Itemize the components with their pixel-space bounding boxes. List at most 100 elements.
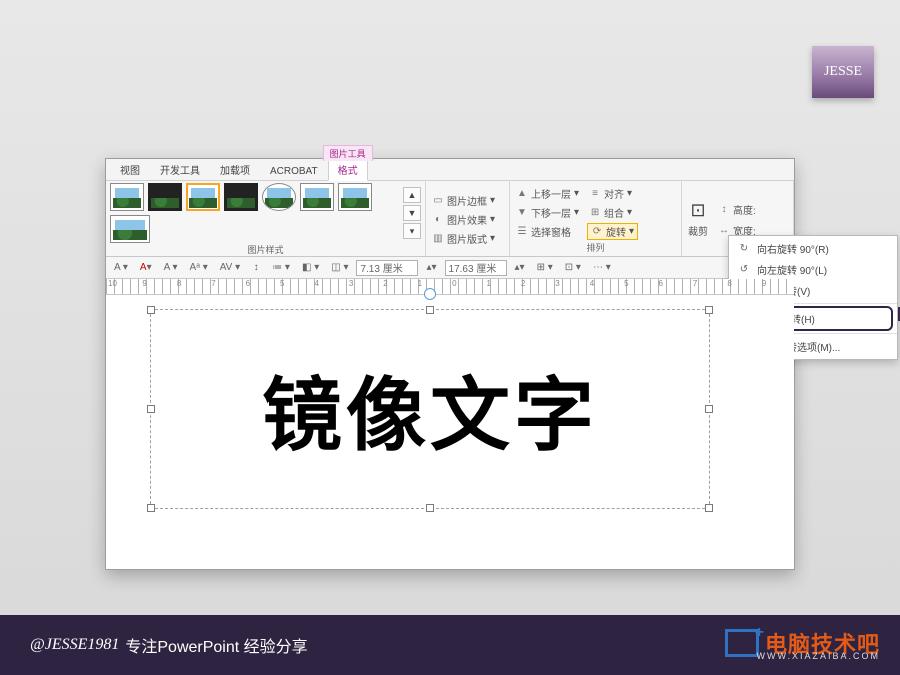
ruler-tick: 2	[519, 279, 553, 294]
selection-pane-label: 选择窗格	[531, 224, 571, 239]
ruler-tick: 3	[347, 279, 381, 294]
width-stepper[interactable]: ▴▾	[511, 260, 529, 276]
rotate-button[interactable]: ⟳ 旋转 ▾	[587, 223, 638, 240]
height-label: 高度:	[733, 202, 756, 217]
ruler-tick: 8	[175, 279, 209, 294]
bring-forward-icon: ▲	[516, 187, 528, 199]
selection-pane-button[interactable]: ☰ 选择窗格	[514, 223, 581, 240]
gallery-more-icon[interactable]: ▾	[403, 223, 421, 239]
gallery-down-icon[interactable]: ▼	[403, 205, 421, 221]
text-effects-btn[interactable]: A ▾	[160, 260, 182, 276]
gallery-up-icon[interactable]: ▲	[403, 187, 421, 203]
direction-btn[interactable]: ↕	[248, 260, 264, 276]
align-icon: ≡	[589, 187, 601, 199]
tab-view[interactable]: 视图	[110, 158, 150, 180]
gallery-scroll: ▲ ▼ ▾	[403, 187, 421, 239]
footer-bar: @JESSE1981 专注PowerPoint 经验分享 电脑技术吧 WWW.X…	[0, 615, 900, 675]
style-thumb-4[interactable]	[224, 183, 258, 211]
ruler-tick: 2	[381, 279, 415, 294]
send-backward-button[interactable]: ▼ 下移一层 ▾	[514, 204, 581, 221]
width-input[interactable]: 17.63 厘米	[445, 260, 507, 276]
width-value: 17.63 厘米	[449, 260, 497, 275]
ruler-tick: 5	[622, 279, 656, 294]
arrange-btn[interactable]: ⊞ ▾	[533, 260, 557, 276]
style-thumb-8[interactable]	[110, 215, 150, 243]
ruler-tick: 9	[760, 279, 794, 294]
effects-icon: ◐	[432, 214, 444, 226]
bullets-btn[interactable]: ≔ ▾	[268, 260, 294, 276]
style-thumb-3[interactable]	[186, 183, 220, 211]
ruler-tick: 4	[312, 279, 346, 294]
picture-layout-label: 图片版式	[447, 231, 487, 246]
picture-border-button[interactable]: ▭ 图片边框 ▾	[430, 192, 505, 209]
layout-icon: ▥	[432, 233, 444, 245]
spacing-btn[interactable]: AV ▾	[216, 260, 244, 276]
position-btn[interactable]: ⊡ ▾	[561, 260, 585, 276]
footer-logo-icon	[725, 629, 759, 657]
ruler-tick: 4	[588, 279, 622, 294]
align-button[interactable]: ≡ 对齐 ▾	[587, 185, 638, 202]
tab-developer[interactable]: 开发工具	[150, 158, 210, 180]
ruler-numbers: 109876543210123456789	[106, 279, 794, 294]
ribbon-tabbar: 视图 开发工具 加载项 ACROBAT 格式	[106, 159, 794, 181]
tab-addins[interactable]: 加载项	[210, 158, 260, 180]
ruler-tick: 6	[244, 279, 278, 294]
style-thumb-6[interactable]	[300, 183, 334, 211]
more-btn[interactable]: ⋯ ▾	[589, 260, 615, 276]
ruler-tick: 7	[691, 279, 725, 294]
shape-outline-btn[interactable]: ◫ ▾	[327, 260, 352, 276]
powerpoint-window: ✿ ⚙ ⦿ ☸ 视图 开发工具 加载项 ACROBAT 格式	[105, 158, 795, 570]
font-size-btn[interactable]: Aᵃ ▾	[186, 260, 212, 276]
group-label-arrange: 排列	[514, 241, 677, 256]
format-toolbar: A ▾ A ▾ A ▾ Aᵃ ▾ AV ▾ ↕ ≔ ▾ ◧ ▾ ◫ ▾ 7.13…	[106, 257, 794, 279]
crop-icon: ⊡	[690, 200, 705, 221]
rotate-right-icon: ↻	[737, 243, 751, 254]
footer-logo-sub: WWW.XIAZAIBA.COM	[757, 651, 881, 661]
style-thumb-5[interactable]	[262, 183, 296, 211]
selection-pane-icon: ☰	[516, 225, 528, 237]
crop-button[interactable]: 裁剪	[686, 222, 710, 239]
picture-effects-button[interactable]: ◐ 图片效果 ▾	[430, 211, 505, 228]
ruler-tick: 3	[553, 279, 587, 294]
ruler-tick: 5	[278, 279, 312, 294]
ruler-tick: 1	[484, 279, 518, 294]
group-objects-label: 组合	[604, 205, 624, 220]
style-thumb-2[interactable]	[148, 183, 182, 211]
style-thumb-7[interactable]	[338, 183, 372, 211]
style-gallery	[110, 183, 399, 243]
footer-logo: 电脑技术吧 WWW.XIAZAIBA.COM	[725, 627, 880, 659]
ruler-tick: 6	[657, 279, 691, 294]
ruler-tick: 7	[209, 279, 243, 294]
height-icon: ↕	[718, 203, 730, 215]
rotate-right-90[interactable]: ↻ 向右旋转 90°(R)	[729, 238, 897, 259]
font-color-btn[interactable]: A ▾	[110, 260, 132, 276]
bring-forward-button[interactable]: ▲ 上移一层 ▾	[514, 185, 581, 202]
send-backward-icon: ▼	[516, 206, 528, 218]
author-badge: JESSE	[812, 46, 874, 98]
shape-fill-btn[interactable]: ◧ ▾	[298, 260, 323, 276]
rotation-handle[interactable]	[424, 288, 436, 300]
footer-tagline: 专注PowerPoint 经验分享	[125, 633, 307, 657]
rotate-label: 旋转	[606, 224, 626, 239]
text-outline-btn[interactable]: A ▾	[136, 260, 156, 276]
ruler-tick: 10	[106, 279, 140, 294]
group-objects-button[interactable]: ⊞ 组合 ▾	[587, 204, 638, 221]
group-icon: ⊞	[589, 206, 601, 218]
group-label-styles: 图片样式	[110, 243, 421, 257]
style-thumb-1[interactable]	[110, 183, 144, 211]
slide-canvas[interactable]: 镜像文字	[106, 295, 794, 569]
author-badge-text: JESSE	[824, 64, 862, 80]
rotate-left-90[interactable]: ↺ 向左旋转 90°(L)	[729, 259, 897, 280]
picture-layout-button[interactable]: ▥ 图片版式 ▾	[430, 230, 505, 247]
height-input[interactable]: 7.13 厘米	[356, 260, 418, 276]
height-stepper[interactable]: ▴▾	[422, 260, 440, 276]
picture-border-label: 图片边框	[447, 193, 487, 208]
ruler-tick: 0	[450, 279, 484, 294]
picture-effects-label: 图片效果	[447, 212, 487, 227]
tab-format[interactable]: 格式	[328, 158, 368, 181]
selected-object[interactable]: 镜像文字	[150, 309, 710, 509]
send-backward-label: 下移一层	[531, 205, 571, 220]
horizontal-ruler: 109876543210123456789	[106, 279, 794, 295]
tab-acrobat[interactable]: ACROBAT	[260, 162, 328, 180]
canvas-text: 镜像文字	[151, 310, 709, 508]
